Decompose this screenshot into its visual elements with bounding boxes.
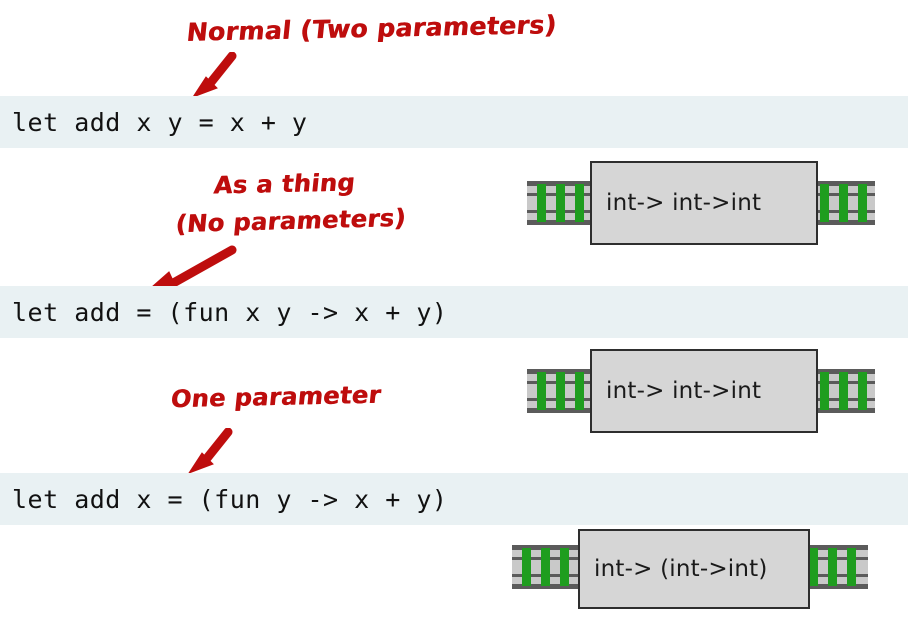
rail-tie [575,372,584,410]
rail-tie [820,184,829,222]
annotation-as-a-thing-line-2: (No parameters) [174,203,408,239]
rail-tie [839,372,848,410]
rail-tie [847,548,856,586]
rail-tie [828,548,837,586]
code-line-3: let add x = (fun y -> x + y) [0,473,908,525]
rail-tie [820,372,829,410]
annotation-as-a-thing-line-1: As a thing [212,168,357,200]
type-signature-box-3: int-> (int->int) [578,529,810,609]
rail-tie [575,184,584,222]
code-line-1-text: let add x y = x + y [12,107,308,137]
rail-tie [522,548,531,586]
annotation-normal-line-1: Normal (Two parameters) [185,10,558,47]
type-signature-text-1: int-> int->int [606,190,762,216]
rail-tie [537,184,546,222]
rail-tie [858,372,867,410]
rail-tie [556,372,565,410]
rail-tie [839,184,848,222]
code-line-2-text: let add = (fun x y -> x + y) [12,297,448,327]
type-signature-text-3: int-> (int->int) [594,556,768,582]
code-line-1: let add x y = x + y [0,96,908,148]
code-line-3-text: let add x = (fun y -> x + y) [12,484,448,514]
rail-tie [858,184,867,222]
type-signature-text-2: int-> int->int [606,378,762,404]
type-signature-box-1: int-> int->int [590,161,818,245]
annotation-one-parameter-line-1: One parameter [169,380,383,414]
type-signature-box-2: int-> int->int [590,349,818,433]
rail-tie [560,548,569,586]
code-line-2: let add = (fun x y -> x + y) [0,286,908,338]
rail-tie [809,548,818,586]
rail-tie [541,548,550,586]
rail-tie [556,184,565,222]
rail-tie [537,372,546,410]
